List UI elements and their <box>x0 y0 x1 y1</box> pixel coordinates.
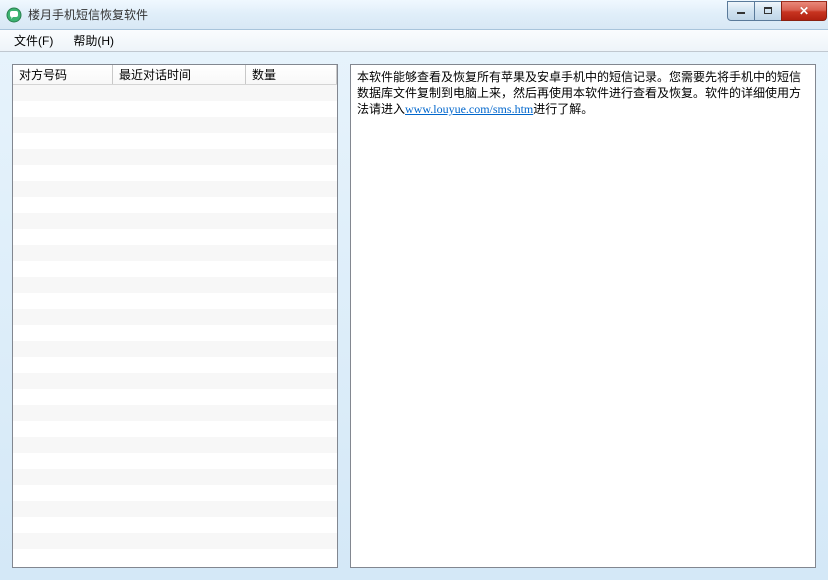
table-row <box>13 421 337 437</box>
content-area: 对方号码 最近对话时间 数量 <box>0 52 828 580</box>
table-row <box>13 245 337 261</box>
table-row <box>13 261 337 277</box>
table-row <box>13 149 337 165</box>
table-row <box>13 469 337 485</box>
table-row <box>13 117 337 133</box>
table-row <box>13 213 337 229</box>
window-controls: ✕ <box>728 1 827 21</box>
table-row <box>13 181 337 197</box>
menu-help[interactable]: 帮助(H) <box>63 30 124 51</box>
table-row <box>13 133 337 149</box>
table-row <box>13 341 337 357</box>
table-row <box>13 437 337 453</box>
table-row <box>13 485 337 501</box>
close-button[interactable]: ✕ <box>781 1 827 21</box>
app-icon <box>6 7 22 23</box>
table-row <box>13 325 337 341</box>
info-text-after: 进行了解。 <box>533 102 593 116</box>
table-row <box>13 533 337 549</box>
table-row <box>13 517 337 533</box>
table-row <box>13 373 337 389</box>
minimize-button[interactable] <box>727 1 755 21</box>
table-body <box>13 85 337 567</box>
table-row <box>13 549 337 565</box>
table-row <box>13 293 337 309</box>
column-phone[interactable]: 对方号码 <box>13 65 113 84</box>
column-time[interactable]: 最近对话时间 <box>113 65 246 84</box>
column-count[interactable]: 数量 <box>246 65 337 84</box>
table-row <box>13 197 337 213</box>
table-header: 对方号码 最近对话时间 数量 <box>13 65 337 85</box>
table-row <box>13 229 337 245</box>
table-row <box>13 101 337 117</box>
table-row <box>13 405 337 421</box>
menu-file[interactable]: 文件(F) <box>4 30 63 51</box>
menubar: 文件(F) 帮助(H) <box>0 30 828 52</box>
table-row <box>13 277 337 293</box>
info-link[interactable]: www.louyue.com/sms.htm <box>405 102 533 116</box>
table-row <box>13 309 337 325</box>
info-panel: 本软件能够查看及恢复所有苹果及安卓手机中的短信记录。您需要先将手机中的短信数据库… <box>350 64 816 568</box>
table-row <box>13 165 337 181</box>
table-row <box>13 389 337 405</box>
contacts-table: 对方号码 最近对话时间 数量 <box>12 64 338 568</box>
table-row <box>13 357 337 373</box>
titlebar: 楼月手机短信恢复软件 ✕ <box>0 0 828 30</box>
table-row <box>13 85 337 101</box>
table-row <box>13 453 337 469</box>
window-title: 楼月手机短信恢复软件 <box>28 6 728 23</box>
table-row <box>13 501 337 517</box>
maximize-button[interactable] <box>754 1 782 21</box>
